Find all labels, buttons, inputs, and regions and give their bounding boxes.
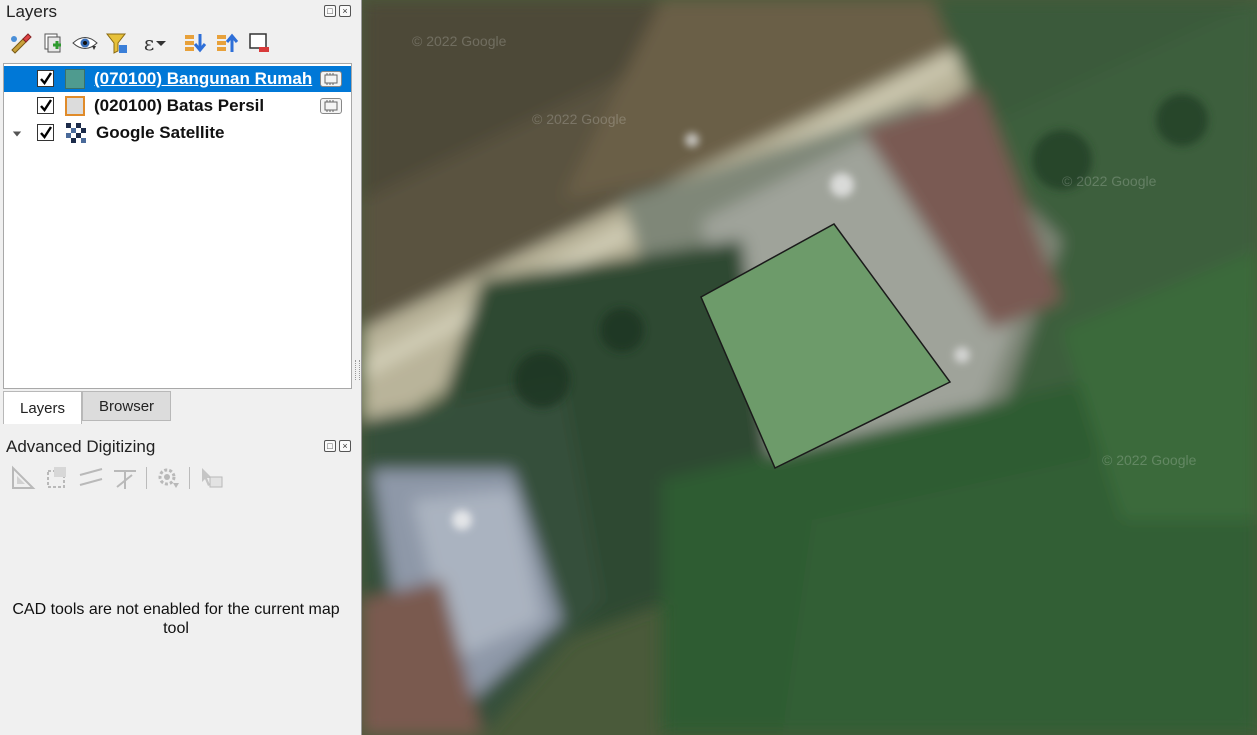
add-group-icon[interactable] bbox=[40, 30, 66, 56]
watermark-text: © 2022 Google bbox=[532, 111, 627, 127]
close-panel-button[interactable]: × bbox=[339, 440, 351, 452]
raster-layer-icon bbox=[66, 123, 86, 143]
open-layer-styling-icon[interactable] bbox=[8, 30, 34, 56]
advanced-digitizing-toolbar bbox=[10, 465, 224, 491]
float-panel-button[interactable]: □ bbox=[324, 5, 336, 17]
tab-layers[interactable]: Layers bbox=[3, 391, 83, 424]
editable-layer-icon[interactable] bbox=[320, 71, 342, 87]
watermark-text: © 2022 Google bbox=[1062, 173, 1157, 189]
toolbar-separator bbox=[189, 467, 190, 489]
expand-all-icon[interactable] bbox=[182, 30, 208, 56]
filter-legend-icon[interactable] bbox=[104, 30, 130, 56]
advanced-digitizing-title: Advanced Digitizing bbox=[6, 437, 156, 456]
layer-row-google-satellite[interactable]: Google Satellite bbox=[4, 120, 351, 146]
layer-tree: (070100) Bangunan Rumah (020100) Batas P… bbox=[3, 63, 352, 389]
panel-splitter[interactable] bbox=[355, 360, 360, 380]
layers-panel-title: Layers bbox=[6, 2, 58, 21]
layer-row-batas-persil[interactable]: (020100) Batas Persil bbox=[4, 93, 351, 119]
enable-cad-icon[interactable] bbox=[10, 465, 36, 491]
close-panel-button[interactable]: × bbox=[339, 5, 351, 17]
expand-arrow-icon[interactable] bbox=[12, 129, 22, 139]
filter-by-expression-icon[interactable]: ε bbox=[136, 30, 176, 56]
editable-layer-icon[interactable] bbox=[320, 98, 342, 114]
layer-label: (020100) Batas Persil bbox=[94, 96, 265, 115]
layer-label: (070100) Bangunan Rumah bbox=[94, 69, 313, 88]
watermark-text: © 2022 Google bbox=[1102, 452, 1197, 468]
cad-disabled-message: CAD tools are not enabled for the curren… bbox=[12, 601, 340, 637]
float-panel-button[interactable]: □ bbox=[324, 440, 336, 452]
tab-browser[interactable]: Browser bbox=[82, 391, 172, 421]
layer-label: Google Satellite bbox=[96, 123, 225, 142]
layer-row-bangunan-rumah[interactable]: (070100) Bangunan Rumah bbox=[4, 66, 351, 92]
polygon-symbol-icon bbox=[65, 69, 85, 89]
layers-dock: Layers □ × ε (070100) Bangunan Rumah (02… bbox=[0, 0, 360, 735]
construction-mode-icon[interactable] bbox=[44, 465, 70, 491]
map-canvas[interactable]: © 2022 Google © 2022 Google © 2022 Googl… bbox=[361, 0, 1257, 735]
floater-icon[interactable] bbox=[198, 465, 224, 491]
perpendicular-icon[interactable] bbox=[112, 465, 138, 491]
layer-visibility-checkbox[interactable] bbox=[37, 70, 54, 87]
remove-layer-icon[interactable] bbox=[246, 30, 272, 56]
watermark-text: © 2022 Google bbox=[412, 33, 507, 49]
layers-toolbar: ε bbox=[8, 28, 272, 58]
layer-visibility-checkbox[interactable] bbox=[37, 124, 54, 141]
dock-tabs: Layers Browser bbox=[3, 391, 172, 424]
polygon-outline-symbol-icon bbox=[65, 96, 85, 116]
layer-visibility-checkbox[interactable] bbox=[37, 97, 54, 114]
collapse-all-icon[interactable] bbox=[214, 30, 240, 56]
toolbar-separator bbox=[146, 467, 147, 489]
manage-map-themes-icon[interactable] bbox=[72, 30, 98, 56]
satellite-imagery[interactable]: © 2022 Google © 2022 Google © 2022 Googl… bbox=[362, 0, 1257, 735]
settings-gear-icon[interactable] bbox=[155, 465, 181, 491]
parallel-icon[interactable] bbox=[78, 465, 104, 491]
